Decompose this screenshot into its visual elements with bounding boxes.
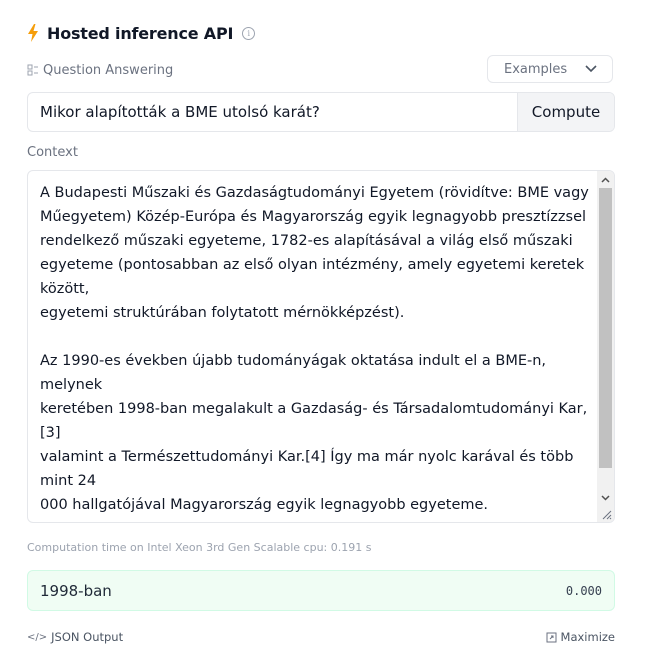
chevron-up-icon	[601, 176, 610, 183]
maximize-button[interactable]: Maximize	[546, 630, 615, 644]
context-line: Műegyetem) Közép-Európa és Magyarország …	[40, 209, 587, 225]
scrollbar-thumb[interactable]	[599, 188, 612, 468]
info-icon[interactable]: i	[242, 26, 256, 40]
context-line: keretében 1998-ban megalakult a Gazdaság…	[40, 401, 588, 441]
resize-handle-icon[interactable]	[600, 508, 612, 520]
computation-time: Computation time on Intel Xeon 3rd Gen S…	[27, 541, 372, 554]
scroll-down-button[interactable]	[597, 489, 614, 506]
context-line: valamint a Természettudományi Kar.[4] Íg…	[40, 449, 579, 489]
compute-button[interactable]: Compute	[517, 93, 614, 131]
context-line: egyetemi struktúrában folytatott mérnökk…	[40, 305, 405, 321]
task-label: Question Answering	[43, 62, 174, 78]
chevron-down-icon	[601, 494, 610, 501]
lightning-icon	[28, 24, 38, 42]
widget-title: Hosted inference API	[47, 23, 234, 43]
code-icon: </>	[27, 631, 48, 643]
context-line: egyeteme (pontosabban az első olyan inté…	[40, 257, 589, 297]
task-type: Question Answering	[27, 60, 173, 80]
answer-score: 0.000	[565, 583, 602, 598]
context-line: A keleti homlokzat	[40, 517, 595, 522]
maximize-icon	[546, 632, 557, 642]
question-answering-icon	[27, 64, 38, 76]
question-input[interactable]: Mikor alapították a BME utolsó karát?	[28, 93, 517, 131]
result-row: 1998-ban 0.000	[27, 570, 615, 611]
context-line: rendelkező műszaki egyeteme, 1782-es ala…	[40, 233, 573, 249]
json-output-label: JSON Output	[51, 630, 124, 644]
context-line: Az 1990-es években újabb tudományágak ok…	[40, 353, 551, 393]
context-line: A Budapesti Műszaki és Gazdaságtudományi…	[40, 185, 589, 201]
chevron-down-icon	[585, 65, 597, 73]
context-line: 000 hallgatójával Magyarország egyik leg…	[40, 497, 489, 513]
context-line	[40, 325, 595, 349]
question-input-group: Mikor alapították a BME utolsó karát? Co…	[27, 92, 615, 132]
maximize-label: Maximize	[560, 630, 615, 644]
scroll-up-button[interactable]	[597, 171, 614, 188]
examples-dropdown[interactable]: Examples	[487, 55, 613, 83]
scrollbar[interactable]	[597, 171, 614, 522]
answer-text: 1998-ban	[40, 581, 112, 600]
examples-label: Examples	[504, 61, 568, 77]
context-textarea[interactable]: A Budapesti Műszaki és Gazdaságtudományi…	[27, 170, 615, 523]
json-output-toggle[interactable]: </> JSON Output	[27, 630, 123, 644]
context-label: Context	[27, 145, 78, 160]
context-text: A Budapesti Műszaki és Gazdaságtudományi…	[40, 181, 595, 522]
widget-header: Hosted inference API i	[27, 20, 256, 46]
